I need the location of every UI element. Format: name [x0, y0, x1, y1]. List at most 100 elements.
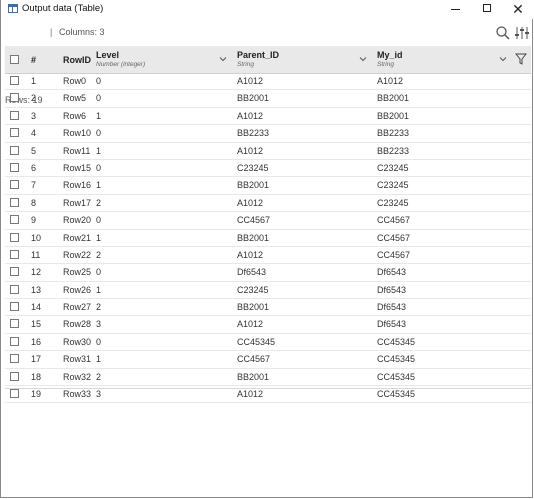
cell-parent-id: BB2001 [237, 232, 270, 243]
table-row[interactable]: 4 Row10 0 BB2233 BB2233 [5, 125, 531, 143]
column-name-level: Level [96, 50, 120, 60]
row-checkbox[interactable] [10, 76, 19, 85]
cell-my-id: CC45345 [377, 389, 416, 400]
column-name-parent-id: Parent_ID [237, 50, 280, 60]
cell-my-id: CC4567 [377, 249, 411, 260]
cell-level: 1 [96, 232, 102, 243]
maximize-button[interactable] [472, 0, 502, 19]
table-row[interactable]: 7 Row16 1 BB2001 C23245 [5, 177, 531, 195]
table-row[interactable]: 12 Row25 0 Df6543 Df6543 [5, 264, 531, 282]
cell-level: 0 [96, 267, 102, 278]
table-row[interactable]: 14 Row27 2 BB2001 Df6543 [5, 299, 531, 317]
table-row[interactable]: 18 Row32 2 BB2001 CC45345 [5, 369, 531, 387]
table-toolbar: Rows: 19 | Columns: 3 [1, 22, 534, 105]
row-checkbox[interactable] [10, 180, 19, 190]
select-all-checkbox[interactable] [10, 55, 19, 64]
cell-my-id: CC4567 [377, 215, 411, 226]
table-row[interactable]: 17 Row31 1 CC4567 CC45345 [5, 351, 531, 369]
cell-index: 19 [31, 389, 42, 400]
chevron-down-icon[interactable] [499, 55, 507, 63]
row-checkbox[interactable] [10, 197, 19, 207]
table-row[interactable]: 6 Row15 0 C23245 C23245 [5, 160, 531, 178]
chevron-down-icon[interactable] [359, 55, 367, 63]
cell-rowid: Row16 [63, 180, 92, 191]
table-row[interactable]: 1 Row0 0 A1012 A1012 [5, 73, 531, 91]
cell-rowid: Row32 [63, 371, 92, 382]
cell-level: 0 [96, 336, 102, 347]
cell-my-id: A1012 [377, 76, 404, 86]
column-type-my-id: String [377, 61, 394, 68]
cell-level: 2 [96, 249, 102, 260]
cell-parent-id: A1012 [237, 389, 264, 400]
row-checkbox[interactable] [10, 354, 19, 364]
table-row[interactable]: 16 Row30 0 CC45345 CC45345 [5, 334, 531, 352]
row-checkbox[interactable] [10, 232, 19, 242]
row-checkbox[interactable] [10, 110, 19, 120]
cell-index: 9 [31, 215, 37, 226]
title-bar: Output data (Table) ✕ [1, 0, 534, 19]
row-checkbox[interactable] [10, 128, 19, 138]
table-row[interactable]: 13 Row26 1 C23245 Df6543 [5, 282, 531, 300]
column-header-parent-id[interactable]: Parent_ID String [237, 46, 372, 73]
table-row[interactable]: 5 Row11 1 A1012 BB2233 [5, 143, 531, 160]
cell-my-id: C23245 [377, 162, 409, 173]
row-checkbox[interactable] [10, 93, 19, 103]
cell-rowid: Row30 [63, 336, 92, 347]
cell-parent-id: C23245 [237, 284, 269, 295]
table-row[interactable]: 3 Row6 1 A1012 BB2001 [5, 108, 531, 126]
row-checkbox[interactable] [10, 145, 19, 155]
cell-level: 0 [96, 76, 102, 86]
table-row[interactable]: 11 Row22 2 A1012 CC4567 [5, 247, 531, 265]
cell-parent-id: A1012 [237, 145, 264, 156]
row-checkbox[interactable] [10, 267, 19, 277]
row-checkbox[interactable] [10, 302, 19, 312]
cell-index: 13 [31, 284, 42, 295]
row-checkbox[interactable] [10, 162, 19, 172]
cell-index: 10 [31, 232, 42, 243]
column-header-my-id[interactable]: My_id String [377, 46, 512, 73]
cell-index: 1 [31, 76, 37, 86]
close-button[interactable]: ✕ [503, 0, 533, 19]
filter-icon[interactable] [515, 53, 527, 65]
cell-index: 8 [31, 197, 37, 208]
row-checkbox[interactable] [10, 215, 19, 225]
cell-parent-id: C23245 [237, 162, 269, 173]
table-header: # RowID Level Number (integer) Parent_ID… [5, 46, 531, 74]
cell-my-id: BB2233 [377, 128, 410, 139]
column-header-level[interactable]: Level Number (integer) [96, 46, 231, 73]
row-checkbox[interactable] [10, 389, 19, 399]
cell-level: 1 [96, 110, 102, 121]
cell-rowid: Row33 [63, 389, 92, 400]
cell-level: 2 [96, 371, 102, 382]
cell-index: 4 [31, 128, 37, 139]
column-header-rowid[interactable]: RowID [63, 55, 91, 65]
column-header-index: # [31, 55, 37, 65]
cell-parent-id: A1012 [237, 249, 264, 260]
minimize-button[interactable] [440, 0, 470, 19]
cell-my-id: BB2001 [377, 93, 410, 104]
chevron-down-icon[interactable] [219, 55, 227, 63]
column-type-parent-id: String [237, 61, 254, 68]
row-checkbox[interactable] [10, 319, 19, 329]
table-row[interactable]: 15 Row28 3 A1012 Df6543 [5, 316, 531, 334]
cell-my-id: CC45345 [377, 336, 416, 347]
cell-index: 3 [31, 110, 37, 121]
table-row[interactable]: 2 Row5 0 BB2001 BB2001 [5, 90, 531, 108]
cell-my-id: Df6543 [377, 302, 407, 313]
row-checkbox[interactable] [10, 336, 19, 346]
row-checkbox[interactable] [10, 249, 19, 259]
search-icon[interactable] [495, 25, 511, 41]
table-row[interactable]: 10 Row21 1 BB2001 CC4567 [5, 230, 531, 247]
row-checkbox[interactable] [10, 284, 19, 294]
cell-my-id: CC45345 [377, 354, 416, 365]
table-row[interactable]: 9 Row20 0 CC4567 CC4567 [5, 212, 531, 230]
window-title: Output data (Table) [22, 3, 104, 14]
cell-level: 2 [96, 302, 102, 313]
table-row[interactable]: 8 Row17 2 A1012 C23245 [5, 195, 531, 213]
cell-index: 11 [31, 249, 41, 260]
row-checkbox[interactable] [10, 371, 19, 381]
cell-parent-id: BB2001 [237, 302, 270, 313]
sliders-icon[interactable] [514, 25, 530, 41]
cell-rowid: Row26 [63, 284, 92, 295]
cell-rowid: Row22 [63, 249, 92, 260]
